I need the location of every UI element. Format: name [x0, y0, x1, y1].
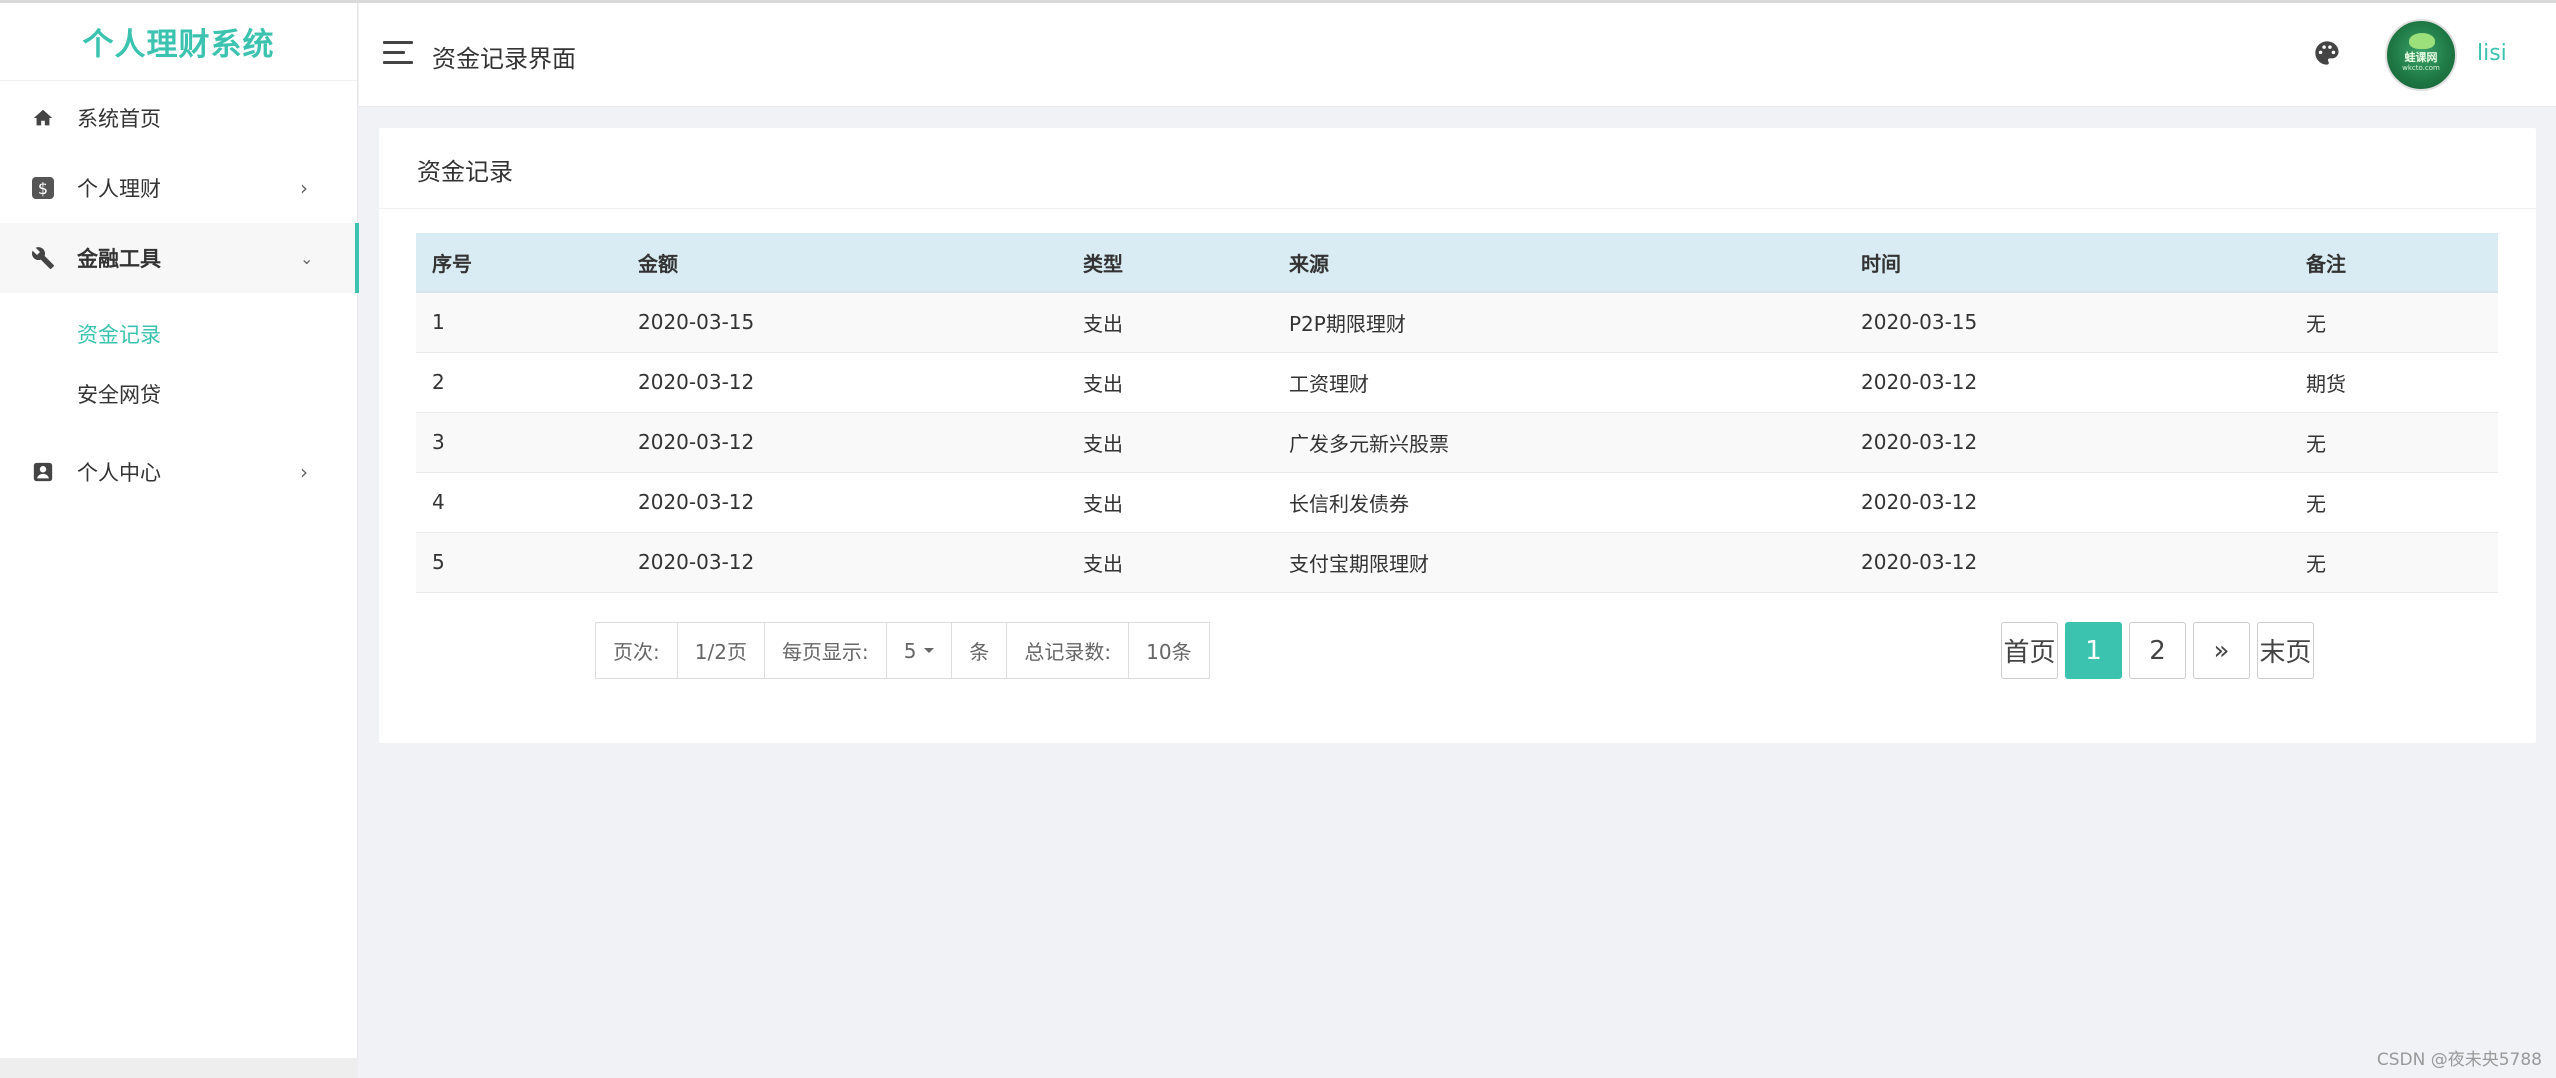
chevron-right-icon: › [300, 176, 308, 200]
watermark: CSDN @夜未央5788 [2376, 1050, 2542, 1070]
table-row: 4 2020-03-12 支出 长信利发债券 2020-03-12 无 [416, 472, 2498, 533]
per-page-select[interactable]: 5 [886, 623, 953, 678]
table-row: 2 2020-03-12 支出 工资理财 2020-03-12 期货 [416, 352, 2498, 413]
table-cell: 4 [416, 472, 622, 533]
table-cell: 无 [2290, 412, 2498, 473]
page-1-button[interactable]: 1 [2065, 622, 2122, 679]
pagination: 首页 1 2 » 末页 [2001, 622, 2314, 679]
table-cell: 2020-03-12 [1845, 352, 2290, 413]
table-header-row: 序号 金额 类型 来源 时间 备注 [416, 233, 2498, 293]
top-header: 资金记录界面 蛙课网 wkcto.com lisi [359, 3, 2556, 107]
sidebar-footer-strip [0, 1058, 358, 1078]
user-card-icon [30, 459, 56, 485]
table-cell: 2020-03-12 [622, 532, 1067, 593]
table-cell: 支付宝期限理财 [1273, 532, 1845, 593]
table-cell: 2020-03-12 [1845, 532, 2290, 593]
table-cell: 无 [2290, 532, 2498, 593]
per-page-label: 每页显示: [764, 623, 887, 678]
table-cell: 广发多元新兴股票 [1273, 412, 1845, 473]
card-title: 资金记录 [417, 158, 513, 186]
avatar-text: 蛙课网 [2404, 51, 2438, 64]
page-value: 1/2页 [677, 623, 765, 678]
last-page-button[interactable]: 末页 [2257, 622, 2314, 679]
chevron-right-icon: › [300, 460, 308, 484]
chevron-down-icon: ⌄ [300, 248, 314, 268]
next-page-button[interactable]: » [2193, 622, 2250, 679]
sidebar-subitem-fund-records[interactable]: 资金记录 [77, 319, 161, 349]
table-row: 5 2020-03-12 支出 支付宝期限理财 2020-03-12 无 [416, 532, 2498, 593]
column-header: 来源 [1273, 233, 1845, 293]
table-cell: 支出 [1067, 532, 1273, 593]
per-page-unit: 条 [952, 623, 1008, 678]
table-cell: 2020-03-15 [622, 292, 1067, 353]
sidebar: 个人理财系统 系统首页 $ 个人理财 › 金融工具 ⌄ 资金记录 安全网贷 个人… [0, 3, 359, 1078]
table-cell: 5 [416, 532, 622, 593]
first-page-button[interactable]: 首页 [2001, 622, 2058, 679]
table-cell: 2020-03-12 [1845, 412, 2290, 473]
table-cell: 支出 [1067, 472, 1273, 533]
page-label: 页次: [596, 623, 678, 678]
sidebar-item-financial-tools[interactable]: 金融工具 ⌄ [0, 223, 359, 293]
frog-logo-icon [2409, 33, 2435, 49]
sidebar-item-personal-finance[interactable]: $ 个人理财 › [0, 153, 358, 223]
sidebar-item-label: 个人中心 [77, 461, 161, 485]
table-cell: 1 [416, 292, 622, 353]
total-value: 10条 [1129, 623, 1209, 678]
page-title: 资金记录界面 [432, 45, 576, 73]
column-header: 类型 [1067, 233, 1273, 293]
table-cell: 2020-03-12 [622, 352, 1067, 413]
per-page-value: 5 [903, 638, 917, 663]
table-cell: 2020-03-15 [1845, 292, 2290, 353]
total-label: 总记录数: [1007, 623, 1130, 678]
sidebar-item-home[interactable]: 系统首页 [0, 83, 358, 153]
table-row: 1 2020-03-15 支出 P2P期限理财 2020-03-15 无 [416, 292, 2498, 353]
app-title: 个人理财系统 [0, 3, 357, 81]
table-cell: 期货 [2290, 352, 2498, 413]
column-header: 序号 [416, 233, 622, 293]
table-cell: P2P期限理财 [1273, 292, 1845, 353]
column-header: 金额 [622, 233, 1067, 293]
table-cell: 长信利发债券 [1273, 472, 1845, 533]
wrench-icon [30, 245, 56, 271]
page-2-button[interactable]: 2 [2129, 622, 2186, 679]
table-cell: 支出 [1067, 292, 1273, 353]
column-header: 时间 [1845, 233, 2290, 293]
palette-icon[interactable] [2313, 39, 2343, 69]
records-card: 资金记录 序号 金额 类型 来源 时间 备注 1 2020-03-15 支出 P… [379, 128, 2536, 743]
sidebar-item-personal-center[interactable]: 个人中心 › [0, 437, 358, 507]
table-cell: 2020-03-12 [622, 412, 1067, 473]
avatar[interactable]: 蛙课网 wkcto.com [2385, 19, 2457, 91]
table-cell: 支出 [1067, 352, 1273, 413]
dollar-icon: $ [30, 175, 56, 201]
pager-info: 页次: 1/2页 每页显示: 5 条 总记录数: 10条 [595, 622, 1210, 679]
sidebar-subitem-secure-loans[interactable]: 安全网贷 [77, 379, 161, 409]
table-cell: 支出 [1067, 412, 1273, 473]
table-cell: 无 [2290, 292, 2498, 353]
table-cell: 2020-03-12 [622, 472, 1067, 533]
avatar-subtext: wkcto.com [2402, 64, 2440, 72]
table-row: 3 2020-03-12 支出 广发多元新兴股票 2020-03-12 无 [416, 412, 2498, 473]
table-cell: 2020-03-12 [1845, 472, 2290, 533]
table-cell: 3 [416, 412, 622, 473]
menu-toggle-icon[interactable] [383, 41, 413, 65]
home-icon [30, 105, 56, 131]
table-cell: 无 [2290, 472, 2498, 533]
caret-down-icon [924, 648, 935, 653]
sidebar-item-label: 金融工具 [77, 247, 161, 271]
table-cell: 工资理财 [1273, 352, 1845, 413]
column-header: 备注 [2290, 233, 2498, 293]
svg-text:$: $ [38, 179, 48, 198]
table-cell: 2 [416, 352, 622, 413]
sidebar-item-label: 系统首页 [77, 107, 161, 131]
username[interactable]: lisi [2477, 41, 2507, 66]
sidebar-item-label: 个人理财 [77, 177, 161, 201]
records-table: 序号 金额 类型 来源 时间 备注 1 2020-03-15 支出 P2P期限理… [416, 233, 2498, 593]
card-divider [379, 208, 2536, 209]
